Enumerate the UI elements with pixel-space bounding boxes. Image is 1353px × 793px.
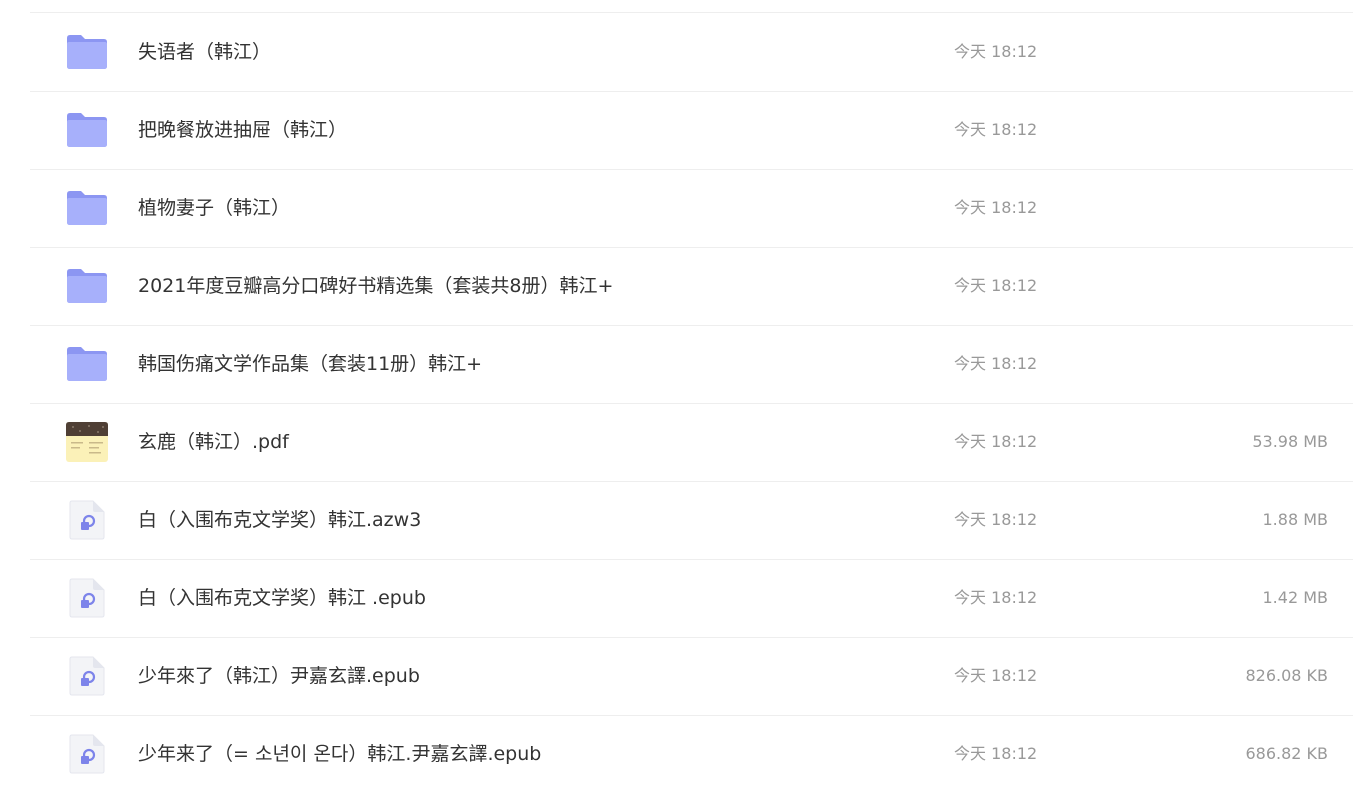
file-name: 少年来了（= 소년이 온다）韩江.尹嘉玄譯.epub xyxy=(138,743,542,765)
file-row[interactable]: 少年来了（= 소년이 온다）韩江.尹嘉玄譯.epub 今天 18:12 686.… xyxy=(30,715,1353,793)
file-row[interactable]: 植物妻子（韩江） 今天 18:12 xyxy=(30,169,1353,248)
file-size: 686.82 KB xyxy=(1245,744,1328,763)
file-size: 1.88 MB xyxy=(1262,510,1329,529)
folder-icon xyxy=(65,32,109,72)
ebook-file-icon xyxy=(65,734,109,774)
file-name: 少年來了（韩江）尹嘉玄譯.epub xyxy=(138,665,420,687)
modified-time: 今天 18:12 xyxy=(954,510,1038,529)
folder-icon xyxy=(65,188,109,228)
folder-icon xyxy=(65,110,109,150)
modified-time: 今天 18:12 xyxy=(954,744,1038,763)
modified-time: 今天 18:12 xyxy=(954,588,1038,607)
modified-time: 今天 18:12 xyxy=(954,666,1038,685)
ebook-file-icon xyxy=(65,656,109,696)
file-name: 玄鹿（韩江）.pdf xyxy=(138,431,289,453)
file-name: 把晚餐放进抽屉（韩江） xyxy=(138,119,348,141)
modified-time: 今天 18:12 xyxy=(954,432,1038,451)
modified-time: 今天 18:12 xyxy=(954,120,1038,139)
ebook-file-icon xyxy=(65,500,109,540)
file-row[interactable]: 少年來了（韩江）尹嘉玄譯.epub 今天 18:12 826.08 KB xyxy=(30,637,1353,716)
folder-icon xyxy=(65,266,109,306)
file-row[interactable]: 白（入围布克文学奖）韩江.azw3 今天 18:12 1.88 MB xyxy=(30,481,1353,560)
file-size: 1.42 MB xyxy=(1262,588,1329,607)
file-row[interactable]: 失语者（韩江） 今天 18:12 xyxy=(30,13,1353,92)
modified-time: 今天 18:12 xyxy=(954,276,1038,295)
file-name: 白（入围布克文学奖）韩江.azw3 xyxy=(138,509,422,531)
ebook-file-icon xyxy=(65,578,109,618)
file-row[interactable]: 韩国伤痛文学作品集（套装11册）韩江+ 今天 18:12 xyxy=(30,325,1353,404)
file-name: 白（入围布克文学奖）韩江 .epub xyxy=(138,587,426,609)
file-name: 2021年度豆瓣高分口碑好书精选集（套装共8册）韩江+ xyxy=(138,275,614,297)
folder-icon xyxy=(65,344,109,384)
file-row[interactable]: 2021年度豆瓣高分口碑好书精选集（套装共8册）韩江+ 今天 18:12 xyxy=(30,247,1353,326)
file-name: 韩国伤痛文学作品集（套装11册）韩江+ xyxy=(138,353,483,375)
file-size: 53.98 MB xyxy=(1252,432,1328,451)
file-row[interactable]: 白（入围布克文学奖）韩江 .epub 今天 18:12 1.42 MB xyxy=(30,559,1353,638)
file-size: 826.08 KB xyxy=(1245,666,1328,685)
file-row[interactable]: 玄鹿（韩江）.pdf 今天 18:12 53.98 MB xyxy=(30,403,1353,482)
modified-time: 今天 18:12 xyxy=(954,354,1038,373)
file-list: 失语者（韩江） 今天 18:12 把晚餐放进抽屉（韩江） 今天 18:12 植物… xyxy=(0,0,1353,775)
file-name: 失语者（韩江） xyxy=(138,41,272,63)
modified-time: 今天 18:12 xyxy=(954,42,1038,61)
modified-time: 今天 18:12 xyxy=(954,198,1038,217)
file-row[interactable]: 把晚餐放进抽屉（韩江） 今天 18:12 xyxy=(30,91,1353,170)
file-name: 植物妻子（韩江） xyxy=(138,197,291,219)
pdf-thumbnail-icon xyxy=(65,422,109,462)
